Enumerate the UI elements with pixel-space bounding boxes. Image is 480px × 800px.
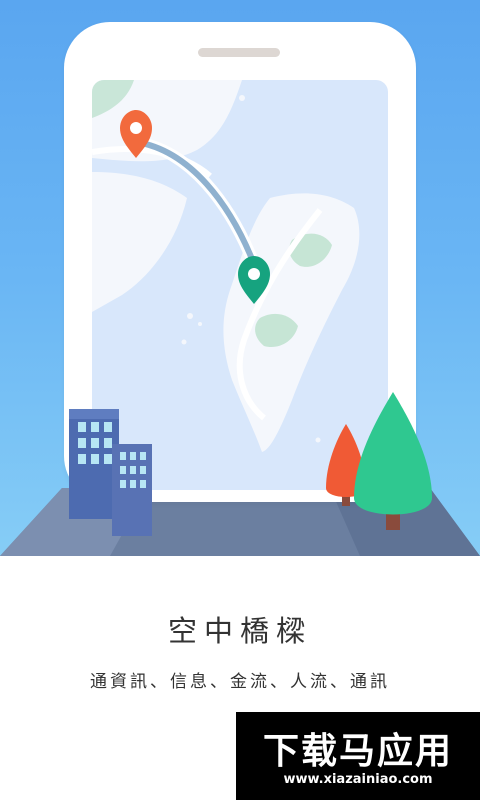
building-icon [69, 409, 119, 519]
intro-illustration [0, 0, 480, 556]
intro-subtitle: 通資訊、信息、金流、人流、通訊 [90, 672, 390, 692]
building-icon [112, 444, 152, 536]
foreground-scene [69, 392, 432, 536]
watermark-logo: 下载马应用 www.xiazainiao.com [236, 712, 480, 800]
tree-icon [354, 392, 432, 530]
watermark-title: 下载马应用 [262, 731, 453, 772]
watermark-url: www.xiazainiao.com [283, 772, 433, 787]
intro-title: 空中橋樑 [167, 614, 312, 648]
